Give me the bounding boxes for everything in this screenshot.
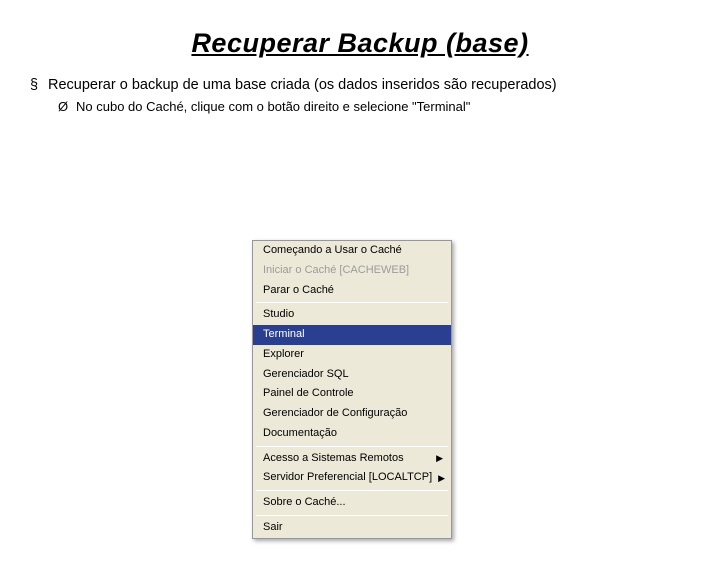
menu-item-terminal[interactable]: Terminal — [253, 325, 451, 345]
menu-item-servidor-pref[interactable]: Servidor Preferencial [LOCALTCP] ▶ — [253, 468, 451, 488]
menu-item-gerenciador-sql[interactable]: Gerenciador SQL — [253, 365, 451, 385]
menu-item-studio[interactable]: Studio — [253, 305, 451, 325]
menu-item-iniciar: Iniciar o Caché [CACHEWEB] — [253, 261, 451, 281]
menu-separator — [256, 302, 448, 303]
main-bullet: § Recuperar o backup de uma base criada … — [30, 77, 690, 93]
sub-bullet-symbol: Ø — [58, 99, 76, 114]
menu-item-explorer[interactable]: Explorer — [253, 345, 451, 365]
menu-item-comecando[interactable]: Começando a Usar o Caché — [253, 241, 451, 261]
menu-item-parar[interactable]: Parar o Caché — [253, 281, 451, 301]
menu-separator — [256, 515, 448, 516]
menu-item-gerenciador-config[interactable]: Gerenciador de Configuração — [253, 404, 451, 424]
menu-separator — [256, 446, 448, 447]
sub-bullet-text: No cubo do Caché, clique com o botão dir… — [76, 99, 470, 114]
chevron-right-icon: ▶ — [438, 473, 445, 484]
chevron-right-icon: ▶ — [436, 453, 443, 464]
context-menu[interactable]: Começando a Usar o Caché Iniciar o Caché… — [252, 240, 452, 539]
menu-separator — [256, 490, 448, 491]
menu-item-sobre[interactable]: Sobre o Caché... — [253, 493, 451, 513]
bullet-symbol: § — [30, 77, 48, 93]
menu-item-sair[interactable]: Sair — [253, 518, 451, 538]
menu-item-painel[interactable]: Painel de Controle — [253, 384, 451, 404]
menu-item-documentacao[interactable]: Documentação — [253, 424, 451, 444]
menu-item-acesso-remoto[interactable]: Acesso a Sistemas Remotos ▶ — [253, 449, 451, 469]
page-title: Recuperar Backup (base) — [0, 28, 720, 59]
sub-bullet: Ø No cubo do Caché, clique com o botão d… — [58, 99, 690, 114]
main-bullet-text: Recuperar o backup de uma base criada (o… — [48, 77, 557, 93]
